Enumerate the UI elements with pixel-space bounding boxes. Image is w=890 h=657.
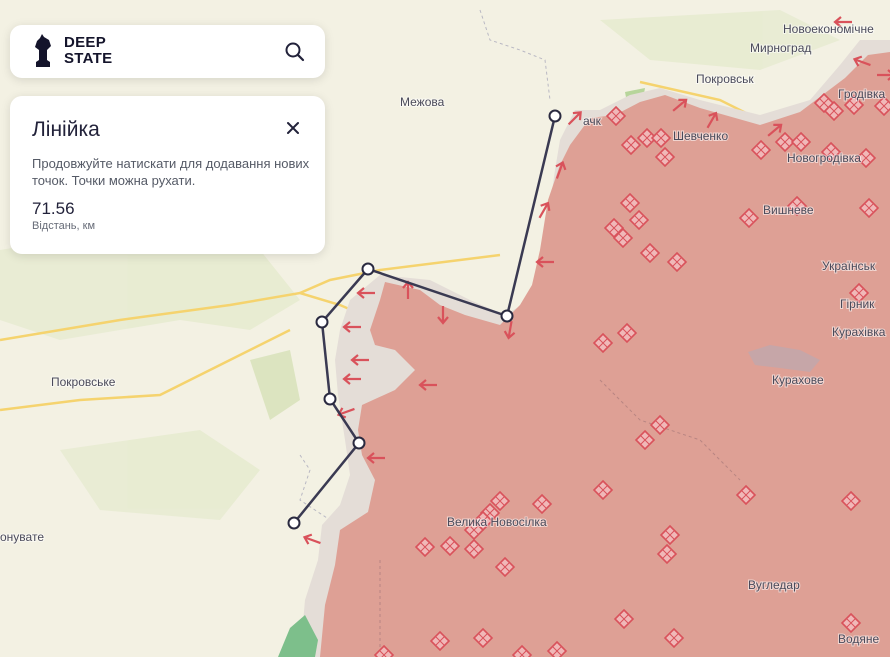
close-button[interactable] xyxy=(285,120,301,136)
label-mezhova: Межова xyxy=(400,95,445,109)
header-panel: DEEP STATE xyxy=(10,25,325,78)
ruler-point[interactable] xyxy=(315,315,329,329)
label-ukrainsk: Українськ xyxy=(822,259,876,273)
label-novohrodivka: Новогродівка xyxy=(787,151,861,165)
ruler-point[interactable] xyxy=(361,262,375,276)
label-myrnohrad: Мирноград xyxy=(750,41,811,55)
label-rivnopil: онувате xyxy=(0,530,44,544)
distance-unit-label: Відстань, км xyxy=(32,220,96,232)
close-icon xyxy=(287,122,299,134)
search-button[interactable] xyxy=(283,40,307,64)
label-novoekonomichne: Новоекономічне xyxy=(783,22,874,36)
brand-line-1: DEEP xyxy=(64,34,107,51)
ruler-title: Лінійка xyxy=(32,118,100,141)
label-pokrovsk: Покровськ xyxy=(696,72,754,86)
ruler-point[interactable] xyxy=(323,392,337,406)
ruler-panel: Лінійка Продовжуйте натискати для додава… xyxy=(10,96,325,254)
ruler-point[interactable] xyxy=(548,109,562,123)
ruler-description: Продовжуйте натискати для додавання нови… xyxy=(32,156,310,188)
label-pokrovske: Покровське xyxy=(51,375,116,389)
label-kalynove: ачк xyxy=(583,114,602,128)
brand-line-2: STATE xyxy=(64,50,113,67)
label-shevchenko: Шевченко xyxy=(673,129,728,143)
label-hirnyk: Гірник xyxy=(840,297,875,311)
label-velyka-novosilka: Велика Новосілка xyxy=(447,515,547,529)
label-vyshneve: Вишневе xyxy=(763,203,814,217)
label-hrodivka: Гродівка xyxy=(838,87,885,101)
brand-name: DEEP STATE xyxy=(64,35,144,67)
label-vodiane: Водяне xyxy=(838,632,880,646)
deepstate-logo-icon xyxy=(32,34,54,73)
distance-value: 71.56 xyxy=(32,199,75,218)
ruler-point[interactable] xyxy=(352,436,366,450)
ruler-point[interactable] xyxy=(500,309,514,323)
search-icon xyxy=(285,42,305,62)
label-kurakhove: Курахове xyxy=(772,373,824,387)
label-vuhledar: Вугледар xyxy=(748,578,800,592)
ruler-point[interactable] xyxy=(287,516,301,530)
label-kurakhivka: Курахівка xyxy=(832,325,886,339)
